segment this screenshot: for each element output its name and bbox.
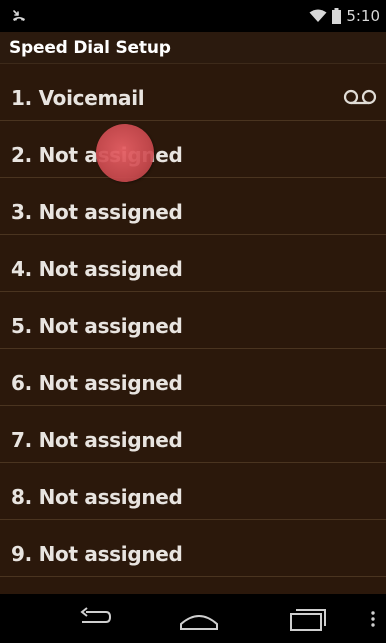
page-title: Speed Dial Setup [9, 38, 171, 58]
speed-dial-label: 1. Voicemail [11, 86, 145, 110]
battery-icon [332, 8, 342, 24]
overflow-menu-icon[interactable] [368, 604, 378, 634]
speed-dial-item-5[interactable]: 5. Not assigned [0, 292, 386, 349]
speed-dial-label: 8. Not assigned [11, 485, 183, 509]
speed-dial-list: 1. Voicemail 2. Not assigned 3. Not assi… [0, 64, 386, 594]
back-icon[interactable] [74, 604, 114, 634]
speed-dial-label: 9. Not assigned [11, 542, 183, 566]
speed-dial-item-4[interactable]: 4. Not assigned [0, 235, 386, 292]
speed-dial-item-8[interactable]: 8. Not assigned [0, 463, 386, 520]
speed-dial-item-3[interactable]: 3. Not assigned [0, 178, 386, 235]
speed-dial-label: 6. Not assigned [11, 371, 183, 395]
speed-dial-item-9[interactable]: 9. Not assigned [0, 520, 386, 577]
action-bar: Speed Dial Setup [0, 32, 386, 64]
voicemail-icon [343, 89, 377, 105]
speed-dial-item-7[interactable]: 7. Not assigned [0, 406, 386, 463]
recent-apps-icon[interactable] [288, 604, 328, 634]
status-indicators: 5:10 [309, 6, 380, 26]
speed-dial-label: 3. Not assigned [11, 200, 183, 224]
missed-call-icon [13, 10, 25, 21]
speed-dial-label: 7. Not assigned [11, 428, 183, 452]
speed-dial-item-1[interactable]: 1. Voicemail [0, 64, 386, 121]
speed-dial-label: 4. Not assigned [11, 257, 183, 281]
speed-dial-item-2[interactable]: 2. Not assigned [0, 121, 386, 178]
home-icon[interactable] [178, 604, 220, 634]
phone-screen: 5:10 Speed Dial Setup 1. Voicemail 2. No… [0, 0, 386, 643]
clock: 5:10 [346, 7, 380, 25]
speed-dial-item-6[interactable]: 6. Not assigned [0, 349, 386, 406]
navigation-bar [0, 594, 386, 643]
speed-dial-label: 5. Not assigned [11, 314, 183, 338]
touch-indicator [96, 124, 154, 182]
wifi-icon [309, 9, 327, 22]
status-bar: 5:10 [0, 0, 386, 32]
